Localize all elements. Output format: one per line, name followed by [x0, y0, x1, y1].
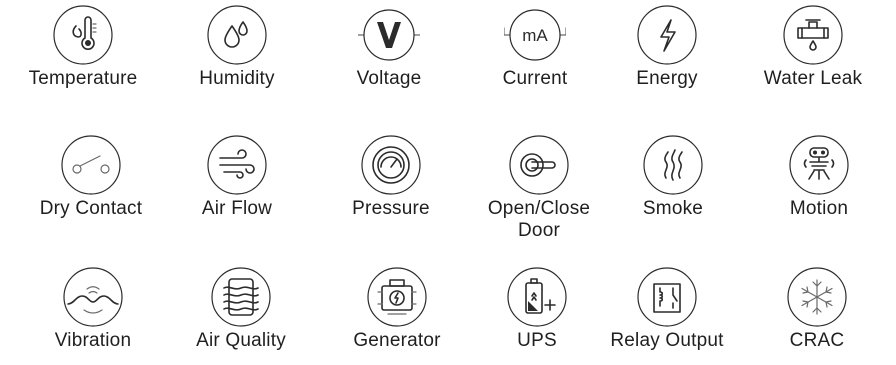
sensor-label: Pressure — [352, 198, 430, 219]
motion-sensor-icon — [789, 135, 849, 195]
snowflake-icon — [787, 267, 847, 327]
sensor-label: UPS — [517, 330, 557, 351]
current-ma-icon: mA — [504, 9, 566, 61]
sensor-item-temperature: Temperature — [8, 4, 158, 90]
relay-icon — [637, 267, 697, 327]
pressure-gauge-icon — [361, 135, 421, 195]
dripping-pipe-icon — [783, 5, 843, 65]
sensor-item-generator: Generator — [322, 266, 472, 352]
sensor-item-air-quality: Air Quality — [166, 266, 316, 352]
sensor-label: Current — [502, 68, 568, 89]
sensor-label: Open/Close Door — [487, 198, 591, 241]
sensor-item-water-leak: Water Leak — [738, 4, 888, 90]
current-icon-text: mA — [522, 26, 548, 45]
sensor-label: Motion — [789, 198, 849, 219]
sensor-label: Dry Contact — [39, 198, 143, 219]
sensor-icon-grid: Temperature Humidity Voltage mA Current — [0, 0, 896, 365]
generator-icon — [367, 267, 427, 327]
sensor-label: Smoke — [642, 198, 704, 219]
lightning-bolt-icon — [637, 5, 697, 65]
sensor-label: Humidity — [199, 68, 275, 89]
sensor-item-vibration: Vibration — [18, 266, 168, 352]
sensor-label: CRAC — [789, 330, 845, 351]
sensor-item-smoke: Smoke — [598, 134, 748, 220]
wind-icon — [207, 135, 267, 195]
battery-ups-icon — [507, 267, 567, 327]
sensor-item-pressure: Pressure — [316, 134, 466, 220]
sensor-item-air-flow: Air Flow — [162, 134, 312, 220]
sensor-label: Generator — [353, 330, 441, 351]
sensor-item-dry-contact: Dry Contact — [16, 134, 166, 220]
sensor-item-current: mA Current — [460, 4, 610, 90]
door-handle-icon — [509, 135, 569, 195]
sensor-item-motion: Motion — [744, 134, 894, 220]
sensor-item-humidity: Humidity — [162, 4, 312, 90]
sensor-label: Air Quality — [196, 330, 286, 351]
voltage-icon — [358, 9, 420, 61]
sensor-label: Voltage — [356, 68, 422, 89]
sensor-label: Air Flow — [201, 198, 273, 219]
sensor-label: Relay Output — [610, 330, 724, 351]
sensor-item-energy: Energy — [592, 4, 742, 90]
sensor-item-ups: UPS — [462, 266, 612, 352]
sensor-label: Energy — [636, 68, 698, 89]
air-filter-icon — [211, 267, 271, 327]
sensor-item-voltage: Voltage — [314, 4, 464, 90]
water-drops-icon — [207, 5, 267, 65]
thermometer-icon — [53, 5, 113, 65]
sensor-item-open-close-door: Open/Close Door — [464, 134, 614, 242]
sensor-item-crac: CRAC — [742, 266, 892, 352]
sensor-label: Temperature — [28, 68, 138, 89]
open-switch-icon — [61, 135, 121, 195]
sensor-item-relay-output: Relay Output — [592, 266, 742, 352]
vibration-icon — [63, 267, 123, 327]
sensor-label: Vibration — [54, 330, 132, 351]
sensor-label: Water Leak — [763, 68, 863, 89]
smoke-icon — [643, 135, 703, 195]
